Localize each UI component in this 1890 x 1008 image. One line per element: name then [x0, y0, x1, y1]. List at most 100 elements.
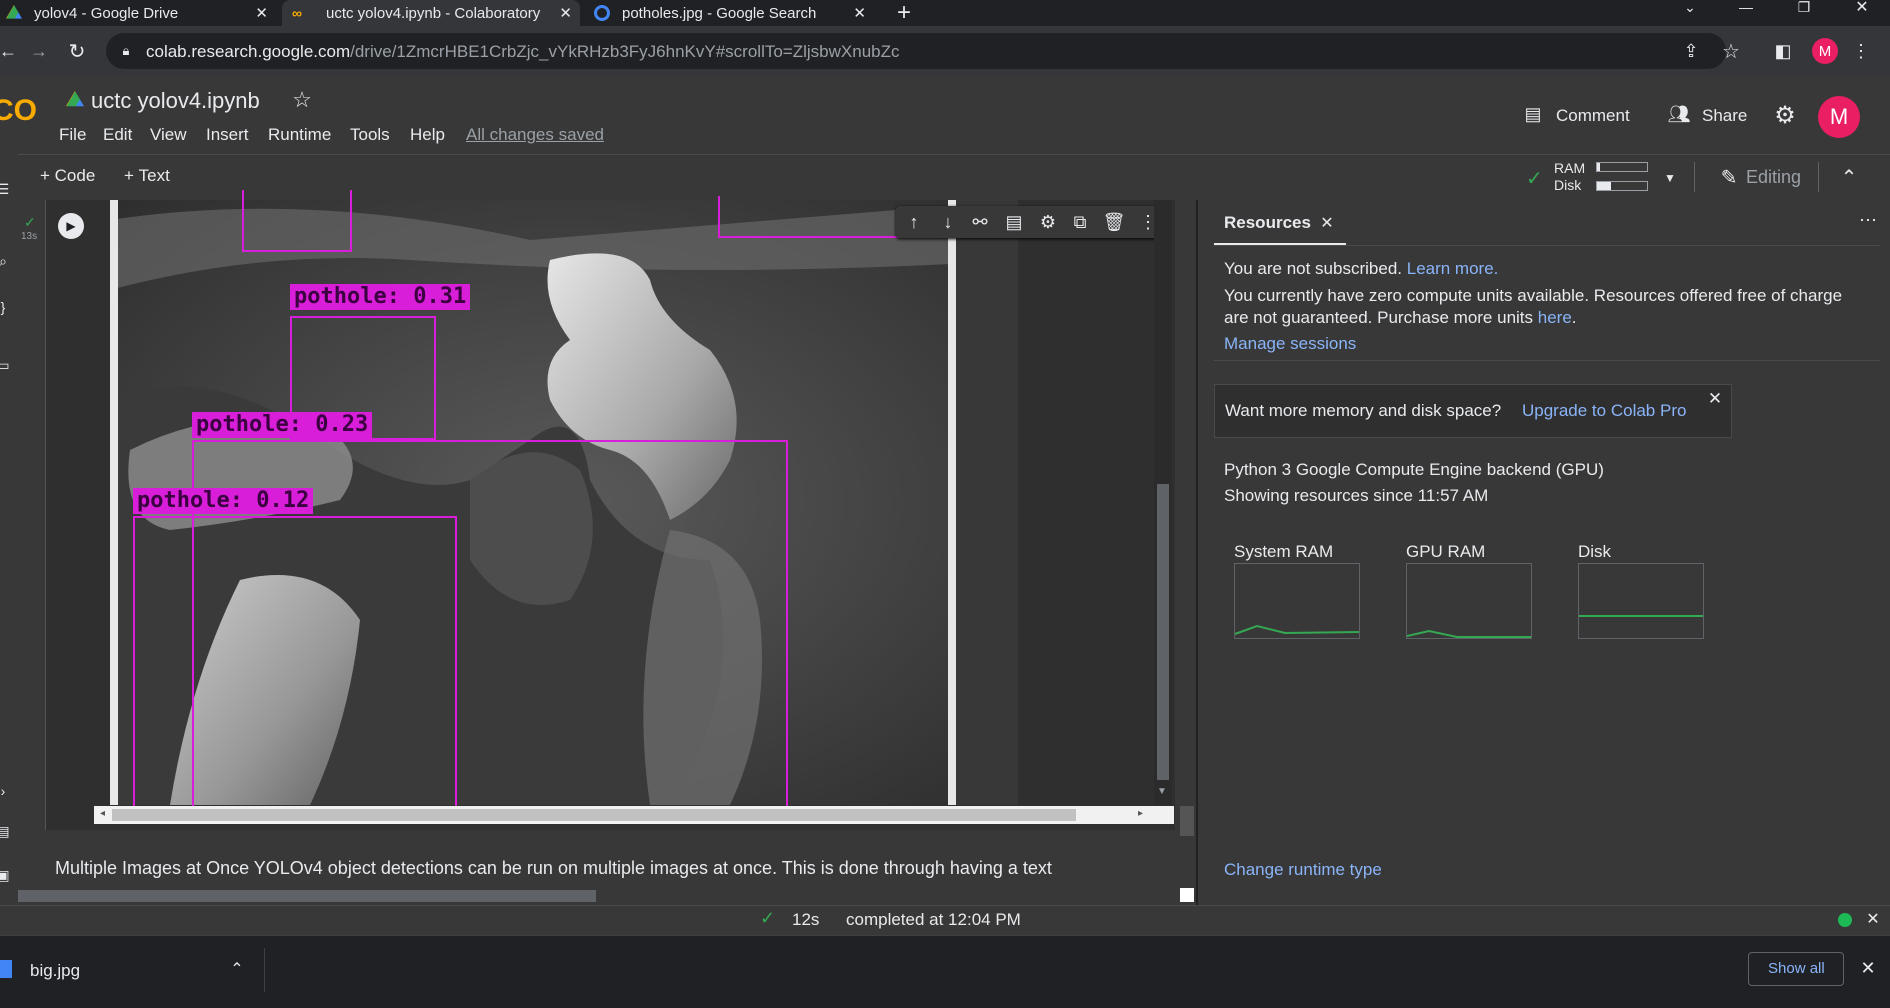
close-icon[interactable]: ✕: [853, 4, 866, 22]
close-promo-icon[interactable]: ✕: [1706, 389, 1724, 408]
detection-label: pothole: 0.23: [192, 412, 373, 438]
download-file-name[interactable]: big.jpg: [30, 961, 80, 981]
mirror-cell-icon[interactable]: ⧉: [1068, 210, 1092, 234]
scroll-left-icon[interactable]: ◂: [100, 808, 105, 819]
settings-gear-icon[interactable]: ⚙: [1772, 102, 1798, 129]
detection-label: pothole: 0.31: [290, 284, 471, 310]
learn-more-link[interactable]: Learn more.: [1407, 259, 1499, 278]
star-icon[interactable]: ☆: [290, 87, 314, 112]
file-icon: [0, 960, 12, 978]
divider: [264, 948, 265, 992]
add-code-button[interactable]: + Code: [40, 166, 95, 186]
chevron-up-icon[interactable]: ⌃: [228, 960, 246, 978]
tab-colab[interactable]: ∞ uctc yolov4.ipynb - Colaboratory ✕: [282, 0, 580, 26]
save-status[interactable]: All changes saved: [466, 125, 604, 145]
share-people-icon[interactable]: 👥︎: [1666, 104, 1692, 124]
search-icon[interactable]: ⌕: [0, 252, 10, 270]
more-options-icon[interactable]: ⋯: [1856, 210, 1880, 230]
toc-icon[interactable]: ☰: [0, 180, 10, 198]
files-icon[interactable]: ▭: [0, 356, 10, 374]
ram-disk-indicator[interactable]: RAM Disk: [1554, 160, 1585, 194]
upgrade-link[interactable]: Upgrade to Colab Pro: [1522, 401, 1686, 421]
bookmark-star-icon[interactable]: ☆: [1720, 40, 1742, 63]
show-all-label: Show all: [1768, 960, 1825, 977]
comment-button[interactable]: Comment: [1556, 106, 1630, 126]
page-horizontal-scroll-thumb[interactable]: [18, 890, 596, 902]
completion-status[interactable]: completed at 12:04 PM: [846, 910, 1021, 930]
horizontal-scroll-thumb[interactable]: [112, 809, 1076, 821]
comment-icon[interactable]: ▤: [1522, 104, 1544, 124]
menu-tools[interactable]: Tools: [350, 125, 390, 145]
notebook-scrollbar[interactable]: [1180, 806, 1194, 836]
menu-edit[interactable]: Edit: [103, 125, 132, 145]
profile-avatar[interactable]: M: [1812, 38, 1838, 64]
change-runtime-link[interactable]: Change runtime type: [1224, 860, 1382, 880]
markdown-text-cell[interactable]: Multiple Images at Once YOLOv4 object de…: [55, 858, 1175, 879]
detection-box: [133, 516, 457, 806]
gauge-label: Disk: [1578, 542, 1612, 561]
back-icon[interactable]: ←: [0, 40, 17, 62]
new-tab-icon[interactable]: +: [892, 0, 916, 26]
run-cell-button[interactable]: ▶: [58, 213, 84, 239]
menu-runtime[interactable]: Runtime: [268, 125, 331, 145]
cell-success-icon: ✓: [24, 214, 36, 230]
detection-label: pothole: 0.12: [133, 488, 314, 514]
move-up-icon[interactable]: ↑: [902, 210, 926, 234]
close-status-icon[interactable]: ✕: [1864, 910, 1882, 928]
close-panel-icon[interactable]: ✕: [1318, 213, 1336, 233]
tab-title: uctc yolov4.ipynb - Colaboratory: [326, 4, 541, 22]
command-palette-icon[interactable]: ▤: [0, 822, 10, 840]
expand-icon[interactable]: ›: [0, 782, 10, 800]
connected-check-icon: ✓: [1526, 168, 1543, 190]
delete-icon[interactable]: 🗑︎: [1102, 210, 1126, 234]
ram-meter: [1596, 162, 1648, 172]
browser-menu-icon[interactable]: ⋮: [1852, 40, 1870, 62]
terminal-icon[interactable]: ▣: [0, 866, 10, 884]
colab-logo[interactable]: CO: [0, 94, 38, 128]
tab-title: potholes.jpg - Google Search: [622, 4, 817, 22]
link-icon[interactable]: ⚯: [968, 210, 992, 234]
tab-google-search[interactable]: potholes.jpg - Google Search ✕: [584, 0, 874, 26]
promo-text: Want more memory and disk space?: [1225, 401, 1502, 420]
close-downloads-icon[interactable]: ✕: [1858, 958, 1878, 978]
close-icon[interactable]: ✕: [255, 4, 268, 22]
menu-view[interactable]: View: [150, 125, 187, 145]
scroll-down-icon[interactable]: ▼: [1157, 786, 1167, 797]
pencil-icon: ✎: [1720, 166, 1738, 189]
tab-google-drive[interactable]: yolov4 - Google Drive ✕: [0, 0, 276, 26]
code-snippets-icon[interactable]: }: [0, 298, 10, 316]
collapse-header-icon[interactable]: ⌃: [1838, 166, 1860, 189]
scroll-thumb[interactable]: [1157, 484, 1169, 780]
scroll-right-icon[interactable]: ▸: [1138, 808, 1143, 819]
notebook-title[interactable]: uctc yolov4.ipynb: [91, 88, 260, 114]
restore-icon[interactable]: ❐: [1792, 0, 1816, 15]
add-text-button[interactable]: + Text: [124, 166, 170, 186]
minimize-icon[interactable]: —: [1734, 0, 1758, 15]
account-avatar[interactable]: M: [1818, 96, 1860, 138]
close-icon[interactable]: ✕: [559, 4, 572, 22]
editing-mode[interactable]: Editing: [1746, 167, 1801, 188]
manage-sessions-link[interactable]: Manage sessions: [1224, 334, 1356, 354]
address-url[interactable]: colab.research.google.com/drive/1ZmcrHBE…: [146, 42, 900, 62]
forward-icon[interactable]: →: [28, 40, 50, 62]
reload-icon[interactable]: ↻: [66, 40, 88, 63]
comment-icon[interactable]: ▤: [1002, 210, 1026, 234]
scroll-corner: [1180, 888, 1194, 902]
divider: [1818, 162, 1819, 192]
resources-tab[interactable]: Resources: [1224, 213, 1311, 233]
menu-file[interactable]: File: [59, 125, 86, 145]
menu-insert[interactable]: Insert: [206, 125, 249, 145]
detection-box: [242, 190, 352, 252]
sidepanel-icon[interactable]: ◧: [1772, 40, 1794, 62]
window-close-icon[interactable]: ✕: [1850, 0, 1874, 16]
lock-icon[interactable]: 🔒︎: [118, 42, 134, 60]
run-duration: 12s: [792, 910, 820, 929]
menu-help[interactable]: Help: [410, 125, 445, 145]
settings-gear-icon[interactable]: ⚙: [1036, 210, 1060, 234]
move-down-icon[interactable]: ↓: [936, 210, 960, 234]
share-page-icon[interactable]: ⇪: [1680, 40, 1702, 62]
share-button[interactable]: Share: [1702, 106, 1747, 126]
tab-search-icon[interactable]: ⌄: [1680, 0, 1700, 15]
dropdown-icon[interactable]: ▼: [1662, 170, 1678, 186]
purchase-link[interactable]: here: [1538, 308, 1572, 327]
